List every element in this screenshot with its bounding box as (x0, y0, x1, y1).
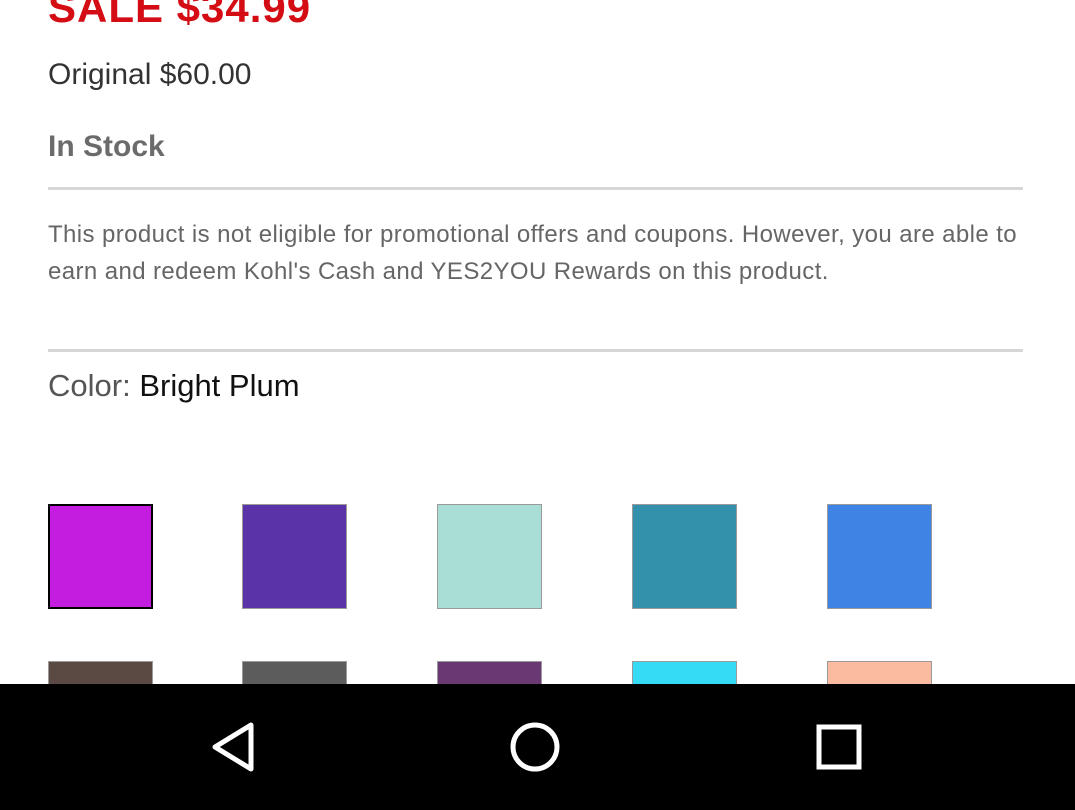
color-swatch[interactable] (437, 504, 542, 609)
color-swatch[interactable] (827, 661, 932, 684)
color-swatch[interactable] (48, 661, 153, 684)
divider (48, 349, 1023, 352)
home-circle-icon (510, 722, 560, 772)
system-navigation-bar (0, 684, 1075, 810)
color-swatch[interactable] (632, 504, 737, 609)
color-swatch[interactable] (632, 661, 737, 684)
color-swatch[interactable] (48, 504, 153, 609)
color-value: Bright Plum (139, 368, 300, 403)
recents-button[interactable] (804, 714, 874, 780)
selected-color: Color: Bright Plum (48, 368, 300, 404)
product-details: SALE $34.99 Original $60.00 In Stock Thi… (0, 0, 1075, 684)
back-triangle-icon (212, 722, 254, 772)
recents-square-icon (816, 724, 862, 770)
sale-price: SALE $34.99 (48, 0, 312, 31)
color-swatch[interactable] (437, 661, 542, 684)
promo-eligibility-note: This product is not eligible for promoti… (48, 221, 1018, 285)
color-swatch[interactable] (827, 504, 932, 609)
color-label: Color: (48, 368, 140, 403)
back-button[interactable] (198, 714, 268, 780)
home-button[interactable] (500, 714, 570, 780)
color-swatch[interactable] (242, 504, 347, 609)
stock-status: In Stock (48, 130, 165, 163)
color-swatch[interactable] (242, 661, 347, 684)
product-detail-screen: SALE $34.99 Original $60.00 In Stock Thi… (0, 0, 1075, 810)
original-price: Original $60.00 (48, 58, 252, 91)
divider (48, 187, 1023, 190)
